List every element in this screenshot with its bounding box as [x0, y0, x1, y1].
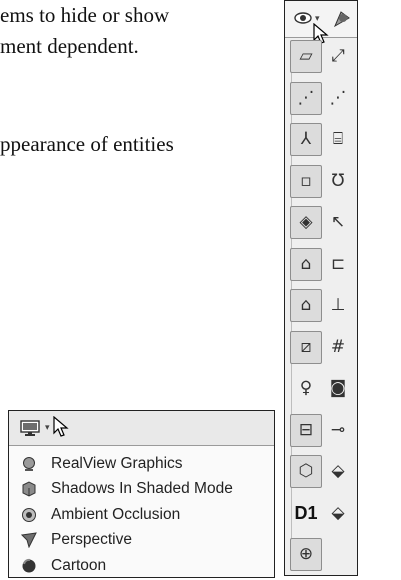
plane-icon: ▱ — [299, 46, 313, 66]
coordinate-system-button[interactable]: ⅄ — [290, 123, 322, 156]
coordinate-system-icon: ⅄ — [300, 129, 312, 149]
dimension-names-button[interactable]: ⌸ — [322, 123, 354, 156]
annotation-link-button[interactable]: ⌂ — [290, 289, 322, 322]
grid-icon: # — [330, 336, 346, 357]
dimension-names-icon: ⌸ — [332, 129, 344, 149]
ambient-occlusion-icon — [21, 507, 37, 523]
center-of-mass-icon: ⊕ — [298, 544, 314, 564]
menu-item-cartoon[interactable]: Cartoon — [9, 553, 274, 579]
decals-button[interactable]: ⬙ — [322, 455, 354, 488]
temporary-axes-button[interactable]: ⋰ — [290, 81, 322, 115]
menu-item-ambient-occlusion[interactable]: Ambient Occlusion — [9, 502, 274, 528]
sketch-icon: ⊏ — [330, 253, 346, 274]
view-3d-button[interactable]: ⬡ — [290, 455, 322, 488]
lights-button[interactable]: ♀ — [290, 372, 322, 405]
cameras-button[interactable]: ◙ — [322, 372, 354, 405]
axis-icon: ⤢ — [331, 46, 345, 66]
sketch-relations-button[interactable]: ↖ — [322, 206, 354, 239]
axes-dim-icon: ⋰ — [329, 87, 347, 108]
curve-icon: Ʊ — [331, 170, 345, 191]
shadows-icon — [21, 481, 37, 497]
part-button[interactable]: ⬙ — [322, 497, 354, 530]
axis-button[interactable]: ⤢ — [322, 40, 354, 73]
plane-button[interactable]: ▱ — [290, 40, 322, 73]
doc-line-2: ment dependent. — [0, 34, 139, 58]
decals-icon: ⬙ — [331, 461, 345, 481]
hide-show-icon[interactable] — [331, 8, 353, 35]
doc-line-1: ems to hide or show — [0, 3, 170, 27]
d1-label: D1 — [294, 502, 318, 523]
3d-sketch-icon: ⧄ — [300, 336, 312, 357]
menu-item-label: Ambient Occlusion — [51, 505, 181, 523]
menu-item-shadows[interactable]: Shadows In Shaded Mode — [9, 477, 274, 503]
annotation-view-button[interactable]: ⌂ — [290, 247, 322, 281]
sketch-relations-icon: ↖ — [330, 212, 346, 232]
lights-icon: ♀ — [299, 378, 313, 398]
routing-point-button[interactable]: ⊸ — [322, 414, 354, 447]
menu-item-label: Perspective — [51, 531, 132, 549]
perspective-icon — [21, 532, 37, 549]
menu-item-realview-graphics[interactable]: RealView Graphics — [9, 451, 274, 477]
menu-item-label: Shadows In Shaded Mode — [51, 480, 233, 498]
view-settings-header: ▾ — [9, 411, 274, 446]
temporary-axes-icon: ⋰ — [297, 87, 315, 108]
doc-line-3: ppearance of entities — [0, 132, 174, 156]
routing-point-icon: ⊸ — [330, 419, 346, 440]
axes-dim-button[interactable]: ⋰ — [322, 82, 354, 115]
eye-icon[interactable] — [294, 11, 312, 30]
hide-show-items-toolbar: ▾ ▱ ⤢ ⋰ ⋰ ⅄ ⌸ ▫ Ʊ ◈ ↖ ⌂ ⊏ ⌂ ⊥ ⧄ # ♀ ◙ ⊟ ⊸ ⬡ ⬙ D1 ⬙ ⊕ — [284, 0, 358, 576]
annotation-link-icon: ⌂ — [300, 295, 312, 315]
part-icon: ⬙ — [331, 502, 345, 523]
menu-item-label: RealView Graphics — [51, 454, 183, 472]
menu-item-label: Cartoon — [51, 556, 107, 574]
grid-button[interactable]: # — [322, 331, 354, 364]
sketch-button[interactable]: ⊏ — [322, 248, 354, 281]
routing-button[interactable]: ⊟ — [290, 413, 322, 447]
annotation-view-icon: ⌂ — [300, 253, 312, 274]
view-3d-icon: ⬡ — [298, 461, 314, 481]
cameras-icon: ◙ — [329, 378, 347, 398]
routing-icon: ⊟ — [298, 419, 314, 440]
weld-button[interactable]: ⊥ — [322, 289, 354, 322]
realview-graphics-icon — [21, 456, 37, 472]
weld-icon: ⊥ — [330, 295, 346, 315]
center-of-mass-button[interactable]: ⊕ — [290, 538, 322, 571]
d1-button[interactable]: D1 — [290, 497, 322, 530]
origin-icon: ◈ — [299, 212, 313, 232]
view-settings-dropdown: ▾ RealView Graphics Shadows In Shaded Mo… — [8, 410, 275, 578]
point-icon: ▫ — [300, 170, 312, 191]
mouse-pointer-icon — [53, 415, 69, 443]
cartoon-icon — [21, 558, 37, 574]
point-button[interactable]: ▫ — [290, 164, 322, 198]
menu-item-perspective[interactable]: Perspective — [9, 528, 274, 554]
curve-button[interactable]: Ʊ — [322, 165, 354, 198]
origin-button[interactable]: ◈ — [290, 206, 322, 239]
toolbar-header: ▾ — [285, 1, 357, 44]
3d-sketch-button[interactable]: ⧄ — [290, 330, 322, 364]
chevron-down-icon[interactable]: ▾ — [45, 423, 50, 433]
view-settings-menu: RealView Graphics Shadows In Shaded Mode… — [9, 451, 274, 579]
monitor-icon[interactable] — [20, 420, 40, 442]
